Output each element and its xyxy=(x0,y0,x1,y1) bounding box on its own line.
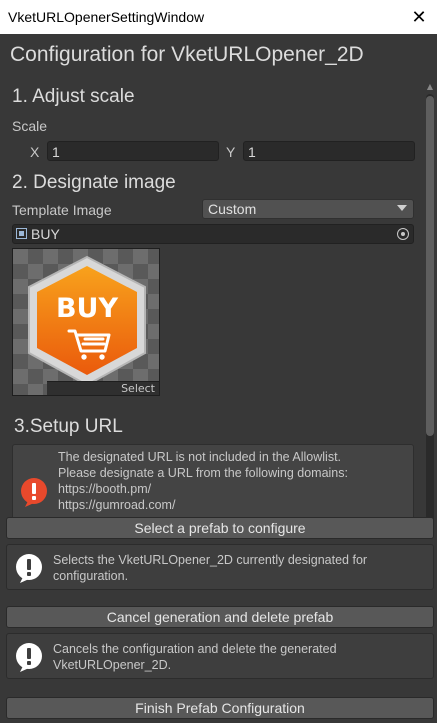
scrollbar-thumb[interactable] xyxy=(426,96,434,436)
close-icon[interactable]: ✕ xyxy=(401,0,437,34)
info-icon xyxy=(16,554,42,583)
select-prefab-info-line-1: Selects the VketURLOpener_2D currently d… xyxy=(53,553,368,567)
warning-line-3: https://booth.pm/ xyxy=(58,482,152,496)
page-title: Configuration for VketURLOpener_2D xyxy=(10,43,364,66)
info-icon xyxy=(16,643,42,672)
template-image-value: Custom xyxy=(208,201,257,217)
object-picker-icon[interactable] xyxy=(397,228,409,240)
image-object-name: BUY xyxy=(31,226,60,242)
image-object-field[interactable]: BUY xyxy=(12,224,414,244)
chevron-down-icon xyxy=(397,205,407,211)
url-section-title: 3.Setup URL xyxy=(14,416,123,437)
sprite-icon xyxy=(16,228,27,239)
settings-window: Configuration for VketURLOpener_2D 1. Ad… xyxy=(0,34,437,723)
select-image-button[interactable]: Select xyxy=(47,381,159,395)
cancel-info-line-2: VketURLOpener_2D. xyxy=(53,658,172,672)
template-image-label: Template Image xyxy=(12,202,112,218)
buy-badge-image: BUY xyxy=(13,249,159,395)
scale-y-field[interactable]: 1 xyxy=(243,141,415,161)
title-bar: VketURLOpenerSettingWindow ✕ xyxy=(0,0,437,34)
scroll-up-icon[interactable]: ▲ xyxy=(425,82,435,92)
warning-icon xyxy=(21,478,47,507)
scale-label: Scale xyxy=(12,118,48,134)
finish-prefab-button[interactable]: Finish Prefab Configuration xyxy=(6,697,434,719)
scale-section-title: 1. Adjust scale xyxy=(12,86,135,107)
warning-line-1: The designated URL is not included in th… xyxy=(58,450,342,464)
select-prefab-info: Selects the VketURLOpener_2D currently d… xyxy=(6,544,434,590)
scroll-content[interactable]: 1. Adjust scale Scale X 1 Y 1 2. Designa… xyxy=(6,82,422,537)
window-title: VketURLOpenerSettingWindow xyxy=(8,9,205,25)
badge-text: BUY xyxy=(56,293,119,324)
warning-line-2: Please designate a URL from the followin… xyxy=(58,466,348,480)
select-prefab-button[interactable]: Select a prefab to configure xyxy=(6,517,434,539)
image-preview[interactable]: BUY Select xyxy=(12,248,160,396)
template-image-dropdown[interactable]: Custom xyxy=(202,199,414,219)
x-label: X xyxy=(30,144,40,160)
cancel-info: Cancels the configuration and delete the… xyxy=(6,633,434,679)
select-prefab-info-line-2: configuration. xyxy=(53,569,129,583)
vertical-scrollbar[interactable]: ▲ ▼ xyxy=(423,82,435,537)
image-section-title: 2. Designate image xyxy=(12,172,176,193)
cancel-delete-prefab-button[interactable]: Cancel generation and delete prefab xyxy=(6,606,434,628)
scale-x-field[interactable]: 1 xyxy=(47,141,219,161)
cancel-info-line-1: Cancels the configuration and delete the… xyxy=(53,642,337,656)
warning-line-4: https://gumroad.com/ xyxy=(58,498,176,512)
y-label: Y xyxy=(226,144,236,160)
